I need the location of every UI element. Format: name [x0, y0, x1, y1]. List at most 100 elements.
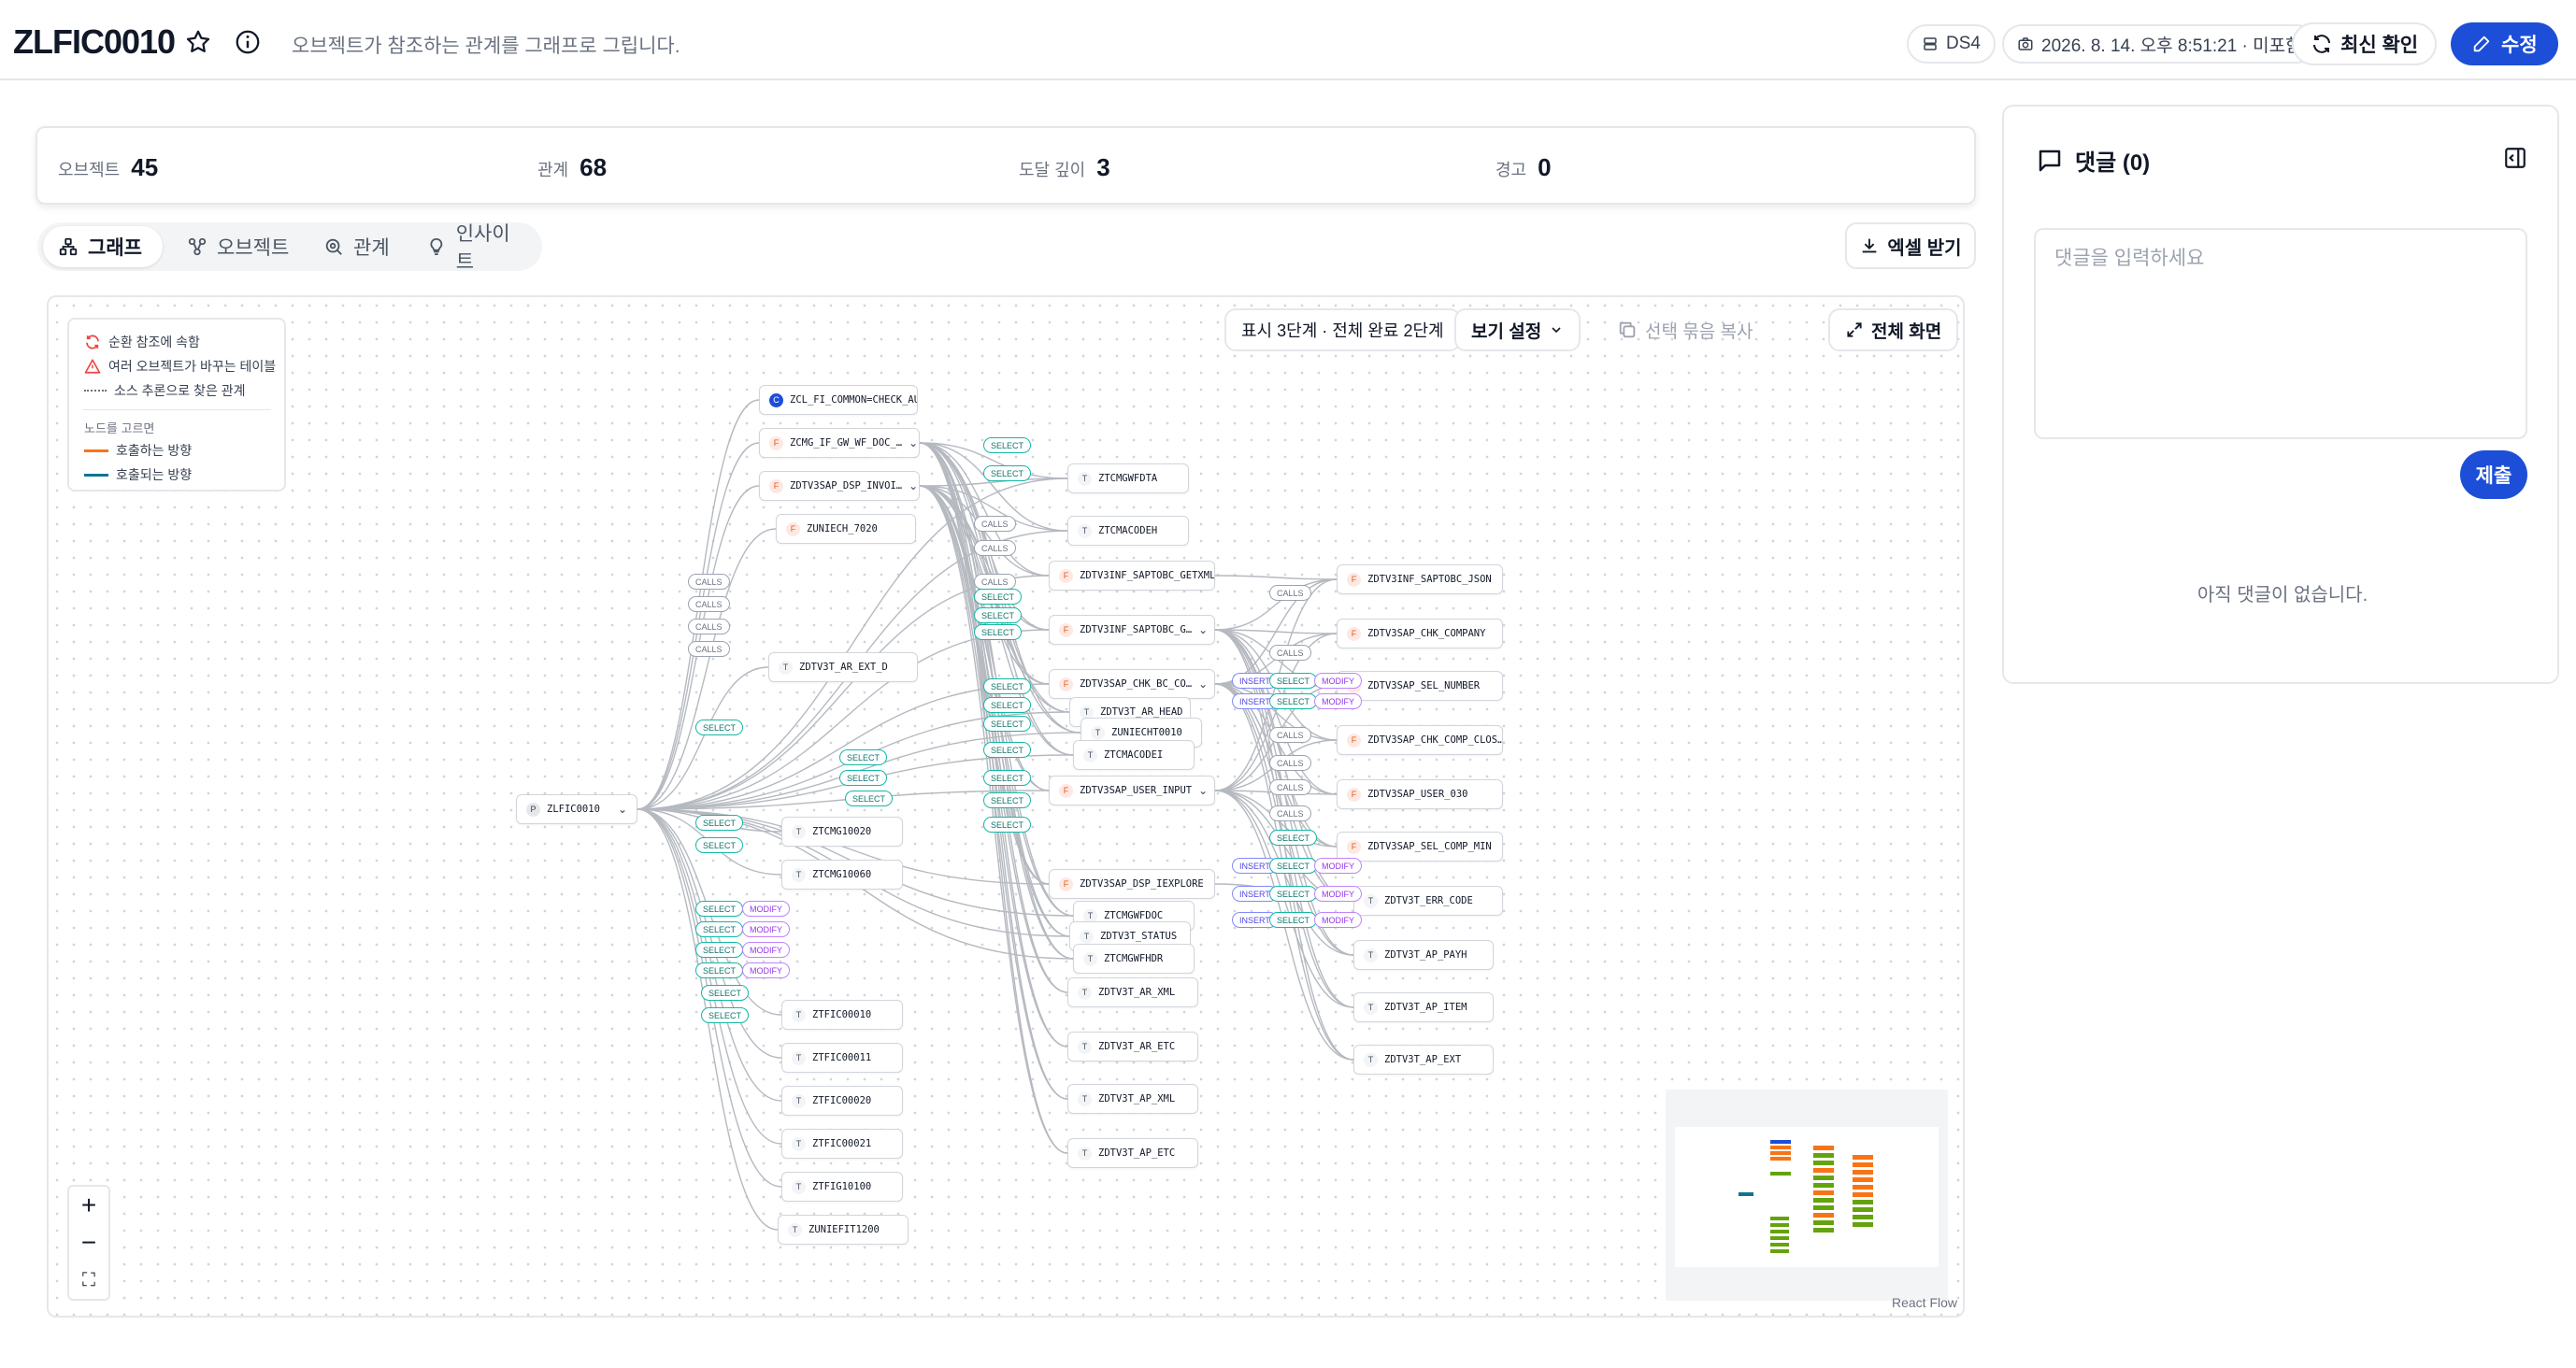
- graph-canvas[interactable]: P ZLFIC0010 ⌄ C ZCL_FI_COMMON=CHECK_AU… F ZCMG…: [47, 295, 1965, 1318]
- node-label: ZDTV3T_AP_ITEM: [1384, 1002, 1467, 1013]
- edge-label-select: SELECT: [974, 624, 1023, 640]
- edge-label-modify: MODIFY: [742, 921, 790, 937]
- graph-node-ztfic21[interactable]: T ZTFIC00021: [781, 1129, 903, 1159]
- incoming-line-icon: [84, 473, 108, 477]
- chevron-down-icon[interactable]: ⌄: [1198, 677, 1208, 691]
- graph-node-compclos[interactable]: F ZDTV3SAP_CHK_COMP_CLOS…: [1337, 725, 1503, 755]
- comments-header: 댓글 (0): [2036, 144, 2150, 177]
- chevron-down-icon[interactable]: ⌄: [909, 436, 918, 449]
- minimap-node: [1813, 1183, 1834, 1188]
- minimap-node: [1770, 1151, 1791, 1155]
- graph-node-userinput[interactable]: F ZDTV3SAP_USER_INPUT ⌄: [1049, 776, 1215, 805]
- graph-node-ztcmg20[interactable]: T ZTCMG10020: [781, 817, 903, 847]
- page-title: ZLFIC0010: [13, 22, 176, 61]
- tab-objects[interactable]: 오브젝트: [172, 226, 304, 267]
- node-type-badge: T: [1083, 748, 1097, 762]
- minimap-node: [1853, 1200, 1873, 1204]
- graph-node-arext[interactable]: T ZDTV3T_AR_EXT_D: [768, 652, 918, 682]
- minimap-node: [1853, 1207, 1873, 1212]
- graph-node-ztfig[interactable]: T ZTFIG10100: [781, 1172, 903, 1202]
- graph-icon: [59, 237, 78, 256]
- edit-button[interactable]: 수정: [2451, 22, 2558, 65]
- graph-node-getxml[interactable]: F ZDTV3INF_SAPTOBC_GETXML: [1049, 561, 1215, 591]
- tab-graph[interactable]: 그래프: [43, 226, 163, 267]
- node-label: ZTFIC00010: [812, 1009, 872, 1020]
- graph-node-macodei[interactable]: T ZTCMACODEI: [1073, 740, 1195, 770]
- tab-relations[interactable]: 관계: [308, 226, 405, 267]
- edge-label-calls: CALLS: [1269, 779, 1311, 795]
- comments-panel: 댓글 (0) 댓글을 입력하세요 제출 아직 댓글이 없습니다.: [2002, 105, 2559, 684]
- minimap-node: [1770, 1217, 1789, 1220]
- edge-label-modify: MODIFY: [742, 942, 790, 958]
- graph-node-saptobcg[interactable]: F ZDTV3INF_SAPTOBC_G… ⌄: [1049, 615, 1215, 645]
- chevron-down-icon[interactable]: ⌄: [1198, 784, 1208, 797]
- node-label: ZDTV3SAP_USER_030: [1367, 789, 1468, 800]
- excel-download-button[interactable]: 엑셀 받기: [1845, 222, 1976, 269]
- node-type-badge: T: [792, 1093, 806, 1108]
- graph-node-ztfic11[interactable]: T ZTFIC00011: [781, 1043, 903, 1073]
- copy-selection-button[interactable]: 선택 묶음 복사: [1600, 308, 1769, 351]
- graph-node-apext[interactable]: T ZDTV3T_AP_EXT: [1353, 1045, 1494, 1075]
- fit-view-button[interactable]: ⛶: [69, 1261, 108, 1299]
- node-label: ZDTV3SAP_SEL_COMP_MIN: [1367, 841, 1492, 852]
- graph-node-apitem[interactable]: T ZDTV3T_AP_ITEM: [1353, 992, 1494, 1022]
- graph-node-zdsp[interactable]: F ZDTV3SAP_DSP_INVOI… ⌄: [759, 471, 920, 501]
- comment-submit-button[interactable]: 제출: [2460, 450, 2527, 499]
- node-label: ZLFIC0010: [547, 804, 600, 815]
- edge-label-modify: MODIFY: [742, 962, 790, 978]
- comment-input[interactable]: 댓글을 입력하세요: [2034, 228, 2527, 439]
- fullscreen-button[interactable]: 전체 화면: [1828, 308, 1959, 351]
- tab-insights[interactable]: 인사이트: [411, 223, 542, 273]
- react-flow-attribution[interactable]: React Flow: [1892, 1295, 1957, 1310]
- edge-label-calls: CALLS: [1269, 645, 1311, 661]
- graph-node-ztfic20[interactable]: T ZTFIC00020: [781, 1086, 903, 1116]
- minimap-node: [1813, 1153, 1834, 1158]
- snapshot-badge: 2026. 8. 14. 오후 8:51:21 · 미포함: [2002, 24, 2317, 64]
- depth-status-button[interactable]: 표시 3단계 · 전체 완료 2단계: [1224, 308, 1461, 351]
- star-icon[interactable]: [184, 28, 212, 56]
- graph-node-user030[interactable]: F ZDTV3SAP_USER_030: [1337, 779, 1503, 809]
- graph-node-company[interactable]: F ZDTV3SAP_CHK_COMPANY: [1337, 619, 1503, 648]
- refresh-button[interactable]: 최신 확인: [2292, 22, 2438, 65]
- graph-node-zcmg[interactable]: F ZCMG_IF_GW_WF_DOC_… ⌄: [759, 428, 920, 458]
- graph-node-compmin[interactable]: F ZDTV3SAP_SEL_COMP_MIN: [1337, 832, 1503, 862]
- graph-node-appayh[interactable]: T ZDTV3T_AP_PAYH: [1353, 940, 1494, 970]
- graph-node-zcl[interactable]: C ZCL_FI_COMMON=CHECK_AU…: [759, 385, 918, 415]
- graph-node-ztcmg60[interactable]: T ZTCMG10060: [781, 860, 903, 890]
- graph-node-arxml[interactable]: T ZDTV3T_AR_XML: [1067, 977, 1198, 1007]
- chevron-down-icon[interactable]: ⌄: [1198, 623, 1208, 636]
- view-settings-dropdown[interactable]: 보기 설정: [1454, 308, 1581, 351]
- minimap-node: [1813, 1205, 1834, 1210]
- dotted-line-icon: [84, 390, 107, 392]
- graph-node-wfhdr[interactable]: T ZTCMGWFHDR: [1073, 944, 1195, 974]
- node-type-badge: F: [1347, 839, 1361, 854]
- node-type-badge: T: [792, 1050, 806, 1065]
- graph-node-apetc[interactable]: T ZDTV3T_AP_ETC: [1067, 1138, 1198, 1168]
- graph-node-apxml[interactable]: T ZDTV3T_AP_XML: [1067, 1084, 1198, 1114]
- edge-label-select: SELECT: [983, 678, 1032, 694]
- graph-node-iexplore[interactable]: F ZDTV3SAP_DSP_IEXPLORE: [1049, 869, 1215, 899]
- graph-node-fdta[interactable]: T ZTCMGWFDTA: [1067, 463, 1189, 493]
- minimap[interactable]: [1666, 1090, 1948, 1301]
- zoom-out-button[interactable]: −: [69, 1224, 108, 1261]
- graph-node-macodeh[interactable]: T ZTCMACODEH: [1067, 516, 1189, 546]
- graph-node-selnum[interactable]: FZDTV3SAP_SEL_NUMBER: [1337, 671, 1503, 701]
- graph-node-zuniefit[interactable]: T ZUNIEFIT1200: [778, 1215, 909, 1245]
- minimap-node: [1813, 1228, 1834, 1233]
- chevron-down-icon[interactable]: ⌄: [618, 803, 627, 816]
- graph-node-chkbc[interactable]: F ZDTV3SAP_CHK_BC_CO… ⌄: [1049, 669, 1215, 699]
- edge-root-arext: [637, 666, 769, 810]
- graph-node-errcode[interactable]: T ZDTV3T_ERR_CODE: [1353, 886, 1503, 916]
- edge-label-select: SELECT: [695, 901, 744, 917]
- graph-node-zuniech[interactable]: F ZUNIECH_7020: [776, 514, 916, 544]
- node-type-badge: T: [1078, 1146, 1092, 1161]
- minimap-view: [1675, 1127, 1939, 1267]
- graph-node-json[interactable]: F ZDTV3INF_SAPTOBC_JSON: [1337, 564, 1503, 594]
- graph-node-root[interactable]: P ZLFIC0010 ⌄: [516, 794, 637, 824]
- chevron-down-icon[interactable]: ⌄: [909, 479, 918, 492]
- graph-node-ztfic10[interactable]: T ZTFIC00010: [781, 1000, 903, 1030]
- panel-collapse-icon[interactable]: [2503, 146, 2527, 170]
- graph-node-aretc[interactable]: T ZDTV3T_AR_ETC: [1067, 1032, 1198, 1062]
- info-icon[interactable]: [234, 28, 262, 56]
- zoom-in-button[interactable]: +: [69, 1187, 108, 1224]
